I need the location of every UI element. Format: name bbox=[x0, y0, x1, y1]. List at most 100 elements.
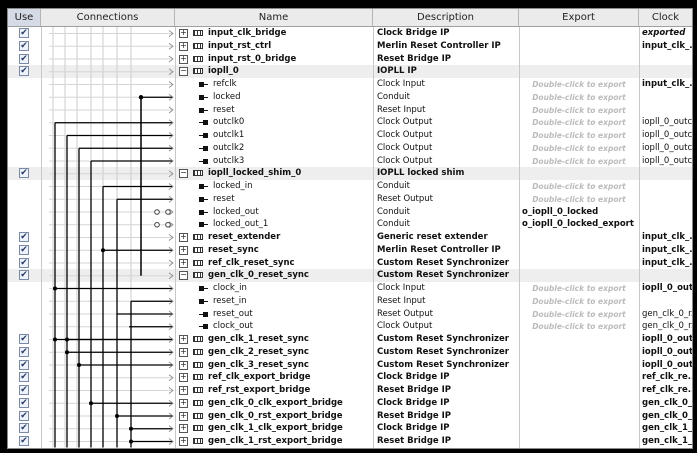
expand-toggle-icon[interactable]: + bbox=[179, 373, 188, 383]
use-checkbox[interactable]: ✔ bbox=[19, 372, 29, 383]
export-cell[interactable] bbox=[520, 53, 638, 66]
use-checkbox[interactable]: ✔ bbox=[19, 53, 29, 64]
use-checkbox[interactable]: ✔ bbox=[19, 270, 29, 281]
interface-name[interactable]: reset_in bbox=[211, 295, 372, 308]
export-cell[interactable]: Double-click to export bbox=[520, 155, 638, 168]
connection-dot[interactable] bbox=[129, 439, 133, 444]
clock-cell[interactable]: gen_clk_0_r... bbox=[640, 320, 692, 333]
component-name[interactable]: gen_clk_0_rst_export_bridge bbox=[206, 410, 372, 423]
use-checkbox[interactable]: ✔ bbox=[19, 66, 29, 77]
expand-toggle-icon[interactable]: + bbox=[179, 41, 188, 51]
clock-cell[interactable]: iopll_0_out... bbox=[640, 333, 692, 346]
component-name[interactable]: reset_sync bbox=[206, 244, 372, 257]
interface-name[interactable]: clock_in bbox=[211, 282, 372, 295]
column-header-description[interactable]: Description bbox=[373, 9, 519, 26]
connection-dot[interactable] bbox=[89, 401, 93, 406]
component-name[interactable]: iopll_locked_shim_0 bbox=[206, 167, 372, 180]
clock-cell[interactable]: iopll_0_outc... bbox=[640, 142, 692, 155]
clock-cell[interactable]: iopll_0_outc... bbox=[640, 155, 692, 168]
use-checkbox[interactable]: ✔ bbox=[19, 436, 29, 446]
expand-toggle-icon[interactable]: + bbox=[179, 398, 188, 408]
component-name[interactable]: ref_rst_export_bridge bbox=[206, 384, 372, 397]
component-name[interactable]: gen_clk_1_clk_export_bridge bbox=[206, 422, 372, 435]
expand-toggle-icon[interactable]: + bbox=[179, 424, 188, 434]
collapse-toggle-icon[interactable]: − bbox=[179, 271, 188, 281]
interface-name[interactable]: locked_out_1 bbox=[211, 218, 372, 231]
clock-cell[interactable]: input_clk_... bbox=[640, 244, 692, 257]
clock-cell[interactable]: gen_clk_1_... bbox=[640, 422, 692, 435]
export-cell[interactable] bbox=[520, 231, 638, 244]
connection-dot[interactable] bbox=[65, 350, 69, 355]
clock-cell[interactable] bbox=[640, 167, 692, 180]
export-point[interactable] bbox=[154, 221, 160, 228]
export-cell[interactable]: o_iopll_0_locked bbox=[520, 206, 638, 219]
interface-name[interactable]: reset bbox=[211, 193, 372, 206]
export-cell[interactable] bbox=[520, 397, 638, 410]
expand-toggle-icon[interactable]: + bbox=[179, 258, 188, 268]
export-cell[interactable] bbox=[520, 167, 638, 180]
component-name[interactable]: gen_clk_1_reset_sync bbox=[206, 333, 372, 346]
connection-dot[interactable] bbox=[53, 337, 57, 342]
export-cell[interactable] bbox=[520, 27, 638, 40]
export-cell[interactable]: Double-click to export bbox=[520, 104, 638, 117]
interface-name[interactable]: locked_in bbox=[211, 180, 372, 193]
expand-toggle-icon[interactable]: + bbox=[179, 347, 188, 357]
interface-name[interactable]: outclk0 bbox=[211, 116, 372, 129]
export-cell[interactable]: Double-click to export bbox=[520, 142, 638, 155]
component-name[interactable]: gen_clk_0_clk_export_bridge bbox=[206, 397, 372, 410]
expand-toggle-icon[interactable]: + bbox=[179, 360, 188, 370]
export-cell[interactable] bbox=[520, 422, 638, 435]
export-cell[interactable] bbox=[520, 371, 638, 384]
component-name[interactable]: ref_clk_export_bridge bbox=[206, 371, 372, 384]
use-checkbox[interactable]: ✔ bbox=[19, 423, 29, 434]
use-checkbox[interactable]: ✔ bbox=[19, 244, 29, 255]
clock-cell[interactable]: iopll_0_outc... bbox=[640, 129, 692, 142]
export-cell[interactable]: Double-click to export bbox=[520, 91, 638, 104]
interface-name[interactable]: clock_out bbox=[211, 320, 372, 333]
interface-name[interactable]: reset_out bbox=[211, 308, 372, 321]
component-name[interactable]: reset_extender bbox=[206, 231, 372, 244]
column-header-use[interactable]: Use bbox=[8, 9, 41, 26]
component-name[interactable]: iopll_0 bbox=[206, 65, 372, 78]
use-checkbox[interactable]: ✔ bbox=[19, 346, 29, 357]
use-checkbox[interactable]: ✔ bbox=[19, 232, 29, 242]
export-cell[interactable] bbox=[520, 257, 638, 270]
expand-toggle-icon[interactable]: + bbox=[179, 411, 188, 421]
expand-toggle-icon[interactable]: + bbox=[179, 335, 188, 344]
export-cell[interactable]: Double-click to export bbox=[520, 282, 638, 295]
export-cell[interactable] bbox=[520, 384, 638, 397]
use-checkbox[interactable]: ✔ bbox=[19, 257, 29, 268]
component-name[interactable]: input_clk_bridge bbox=[206, 27, 372, 40]
column-header-clock[interactable]: Clock bbox=[639, 9, 692, 26]
collapse-toggle-icon[interactable]: − bbox=[179, 169, 188, 179]
clock-cell[interactable]: gen_clk_0_... bbox=[640, 410, 692, 423]
connection-dot[interactable] bbox=[101, 248, 105, 253]
clock-cell[interactable]: exported bbox=[640, 27, 692, 40]
component-name[interactable]: gen_clk_1_rst_export_bridge bbox=[206, 435, 372, 448]
use-checkbox[interactable]: ✔ bbox=[19, 385, 29, 395]
component-name[interactable]: ref_clk_reset_sync bbox=[206, 257, 372, 270]
use-checkbox[interactable]: ✔ bbox=[19, 28, 29, 38]
clock-cell[interactable]: input_clk_... bbox=[640, 78, 692, 91]
export-cell[interactable]: Double-click to export bbox=[520, 308, 638, 321]
use-checkbox[interactable]: ✔ bbox=[19, 334, 29, 344]
use-checkbox[interactable]: ✔ bbox=[19, 397, 29, 408]
export-cell[interactable]: Double-click to export bbox=[520, 116, 638, 129]
clock-cell[interactable]: input_clk_... bbox=[640, 40, 692, 53]
clock-cell[interactable]: iopll_0_out... bbox=[640, 346, 692, 359]
column-header-name[interactable]: Name bbox=[175, 9, 373, 26]
expand-toggle-icon[interactable]: + bbox=[179, 29, 188, 38]
connection-dot[interactable] bbox=[115, 414, 119, 418]
export-point[interactable] bbox=[165, 209, 171, 215]
connection-dot[interactable] bbox=[77, 363, 81, 367]
interface-name[interactable]: locked bbox=[211, 91, 372, 104]
clock-cell[interactable]: input_clk_... bbox=[640, 231, 692, 244]
clock-cell[interactable] bbox=[640, 53, 692, 66]
column-header-export[interactable]: Export bbox=[519, 9, 639, 26]
clock-cell[interactable]: ref_clk_re... bbox=[640, 384, 692, 397]
use-checkbox[interactable]: ✔ bbox=[19, 359, 29, 370]
expand-toggle-icon[interactable]: + bbox=[179, 233, 188, 242]
interface-name[interactable]: locked_out bbox=[211, 206, 372, 219]
export-cell[interactable]: Double-click to export bbox=[520, 193, 638, 206]
use-checkbox[interactable]: ✔ bbox=[19, 410, 29, 421]
